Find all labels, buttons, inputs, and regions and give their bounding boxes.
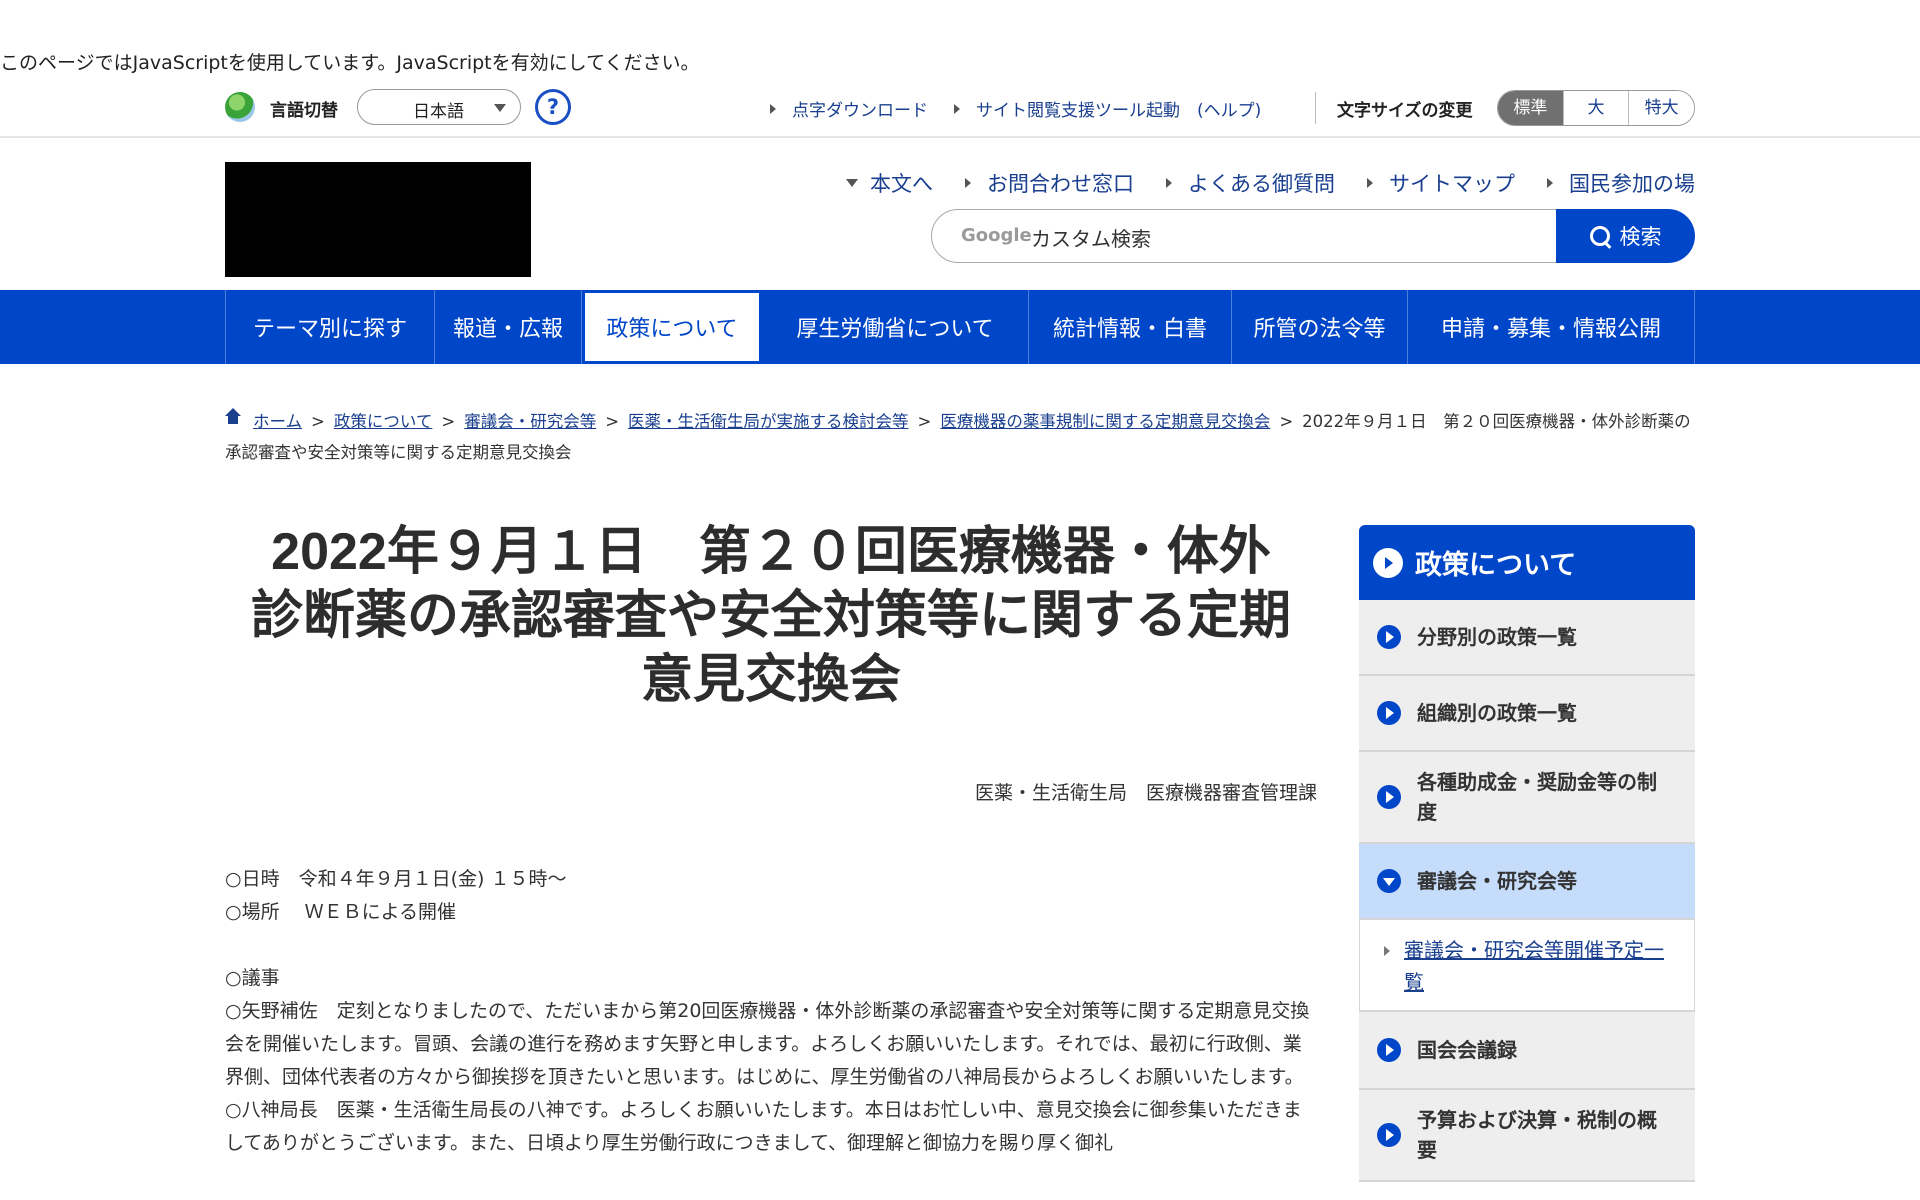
search-icon <box>1589 226 1610 246</box>
side-item-grants[interactable]: 各種助成金・奨励金等の制度 <box>1359 752 1695 844</box>
arrow-circle-icon <box>1377 785 1401 809</box>
page-title: 2022年９月１日 第２０回医療機器・体外 診断薬の承認審査や安全対策等に関する… <box>250 523 1291 709</box>
site-search: Google カスタム検索 検索 <box>931 209 1695 263</box>
breadcrumb: ホーム > 政策について > 審議会・研究会等 > 医薬・生活衛生局が実施する検討会等 > 医療… <box>225 408 1691 462</box>
arrow-right-icon <box>1547 178 1553 188</box>
meeting-place: ○場所 ＷＥＢによる開催 <box>225 901 457 923</box>
nav-policy[interactable]: 政策について <box>582 290 762 364</box>
side-item-budget[interactable]: 予算および決算・税制の概要 <box>1359 1090 1695 1182</box>
braille-download-link[interactable]: 点字ダウンロード <box>770 96 928 121</box>
nav-press[interactable]: 報道・広報 <box>435 290 582 364</box>
side-nav: 政策について 分野別の政策一覧 組織別の政策一覧 各種助成金・奨励金等の制度 審… <box>1359 525 1695 1182</box>
faq-link[interactable]: よくある御質問 <box>1166 168 1335 198</box>
agenda-heading: ○議事 <box>225 967 280 989</box>
font-size-xlarge-button[interactable]: 特大 <box>1628 91 1694 125</box>
arrow-right-icon <box>954 103 960 114</box>
skip-to-content-link[interactable]: 本文へ <box>846 168 933 198</box>
globe-icon <box>225 92 255 122</box>
accessibility-tool-link[interactable]: サイト閲覧支援ツール起動 (ヘルプ) <box>954 96 1261 121</box>
nav-about-ministry[interactable]: 厚生労働省について <box>762 290 1029 364</box>
arrow-circle-icon <box>1377 1123 1401 1147</box>
chevron-down-icon <box>494 104 506 112</box>
breadcrumb-councils[interactable]: 審議会・研究会等 <box>464 412 596 431</box>
home-icon <box>225 408 241 428</box>
minutes-body: ○日時 令和４年９月１日(金) １５時～ ○場所 ＷＥＢによる開催 ○議事 ○矢… <box>225 863 1317 1160</box>
public-participation-link[interactable]: 国民参加の場 <box>1547 168 1695 198</box>
side-item-policy-by-org[interactable]: 組織別の政策一覧 <box>1359 676 1695 752</box>
nav-laws[interactable]: 所管の法令等 <box>1232 290 1408 364</box>
side-item-policy-by-field[interactable]: 分野別の政策一覧 <box>1359 600 1695 676</box>
font-size-large-button[interactable]: 大 <box>1562 91 1629 125</box>
global-nav: テーマ別に探す 報道・広報 政策について 厚生労働省について 統計情報・白書 所… <box>0 290 1920 364</box>
arrow-down-circle-icon <box>1377 869 1401 893</box>
side-item-councils[interactable]: 審議会・研究会等 <box>1359 844 1695 920</box>
arrow-right-icon <box>1367 178 1373 188</box>
font-size-label: 文字サイズの変更 <box>1337 101 1473 121</box>
font-size-standard-button[interactable]: 標準 <box>1498 91 1563 125</box>
breadcrumb-policy[interactable]: 政策について <box>334 412 433 431</box>
side-nav-heading[interactable]: 政策について <box>1359 525 1695 600</box>
sitemap-link[interactable]: サイトマップ <box>1367 168 1515 198</box>
minutes-paragraph: ○矢野補佐 定刻となりましたので、ただいまから第20回医療機器・体外診断薬の承認… <box>225 1000 1310 1088</box>
divider <box>1315 92 1316 124</box>
help-icon[interactable]: ? <box>535 89 571 125</box>
arrow-right-icon <box>1384 946 1390 956</box>
arrow-right-icon <box>770 103 776 114</box>
breadcrumb-home[interactable]: ホーム <box>253 412 302 431</box>
header-links: 本文へ お問合わせ窓口 よくある御質問 サイトマップ 国民参加の場 <box>846 168 1695 198</box>
main-content: 2022年９月１日 第２０回医療機器・体外 診断薬の承認審査や安全対策等に関する… <box>225 520 1317 1160</box>
noscript-message: このページではJavaScriptを使用しています。JavaScriptを有効に… <box>0 52 700 74</box>
department-name: 医薬・生活衛生局 医療機器審査管理課 <box>974 782 1317 804</box>
arrow-circle-icon <box>1377 701 1401 725</box>
minutes-paragraph: ○八神局長 医薬・生活衛生局長の八神です。よろしくお願いいたします。本日はお忙し… <box>225 1099 1302 1154</box>
arrow-down-icon <box>846 179 858 187</box>
nav-applications[interactable]: 申請・募集・情報公開 <box>1408 290 1695 364</box>
utility-links: 点字ダウンロード サイト閲覧支援ツール起動 (ヘルプ) <box>770 96 1261 121</box>
side-item-diet-records[interactable]: 国会会議録 <box>1359 1012 1695 1090</box>
nav-theme[interactable]: テーマ別に探す <box>226 290 435 364</box>
arrow-circle-icon <box>1377 625 1401 649</box>
utility-bar: 言語切替 日本語 ? 点字ダウンロード サイト閲覧支援ツール起動 (ヘルプ) 文… <box>0 84 1920 138</box>
font-size-switcher: 標準 大 特大 <box>1497 90 1695 126</box>
language-select-value: 日本語 <box>413 102 464 122</box>
arrow-circle-icon <box>1373 547 1403 578</box>
breadcrumb-bureau-meetings[interactable]: 医薬・生活衛生局が実施する検討会等 <box>628 412 909 431</box>
side-subitem-council-schedule[interactable]: 審議会・研究会等開催予定一覧 <box>1359 920 1695 1012</box>
arrow-right-icon <box>1166 178 1172 188</box>
arrow-circle-icon <box>1377 1038 1401 1062</box>
search-button[interactable]: 検索 <box>1556 209 1695 263</box>
site-logo[interactable] <box>225 162 531 277</box>
nav-statistics[interactable]: 統計情報・白書 <box>1029 290 1232 364</box>
arrow-right-icon <box>965 178 971 188</box>
meeting-date: ○日時 令和４年９月１日(金) １５時～ <box>225 868 567 890</box>
breadcrumb-device-regulation[interactable]: 医療機器の薬事規制に関する定期意見交換会 <box>940 412 1270 431</box>
search-input[interactable] <box>931 209 1561 263</box>
language-label: 言語切替 <box>270 101 338 121</box>
language-select[interactable]: 日本語 <box>357 89 521 125</box>
contact-link[interactable]: お問合わせ窓口 <box>965 168 1134 198</box>
